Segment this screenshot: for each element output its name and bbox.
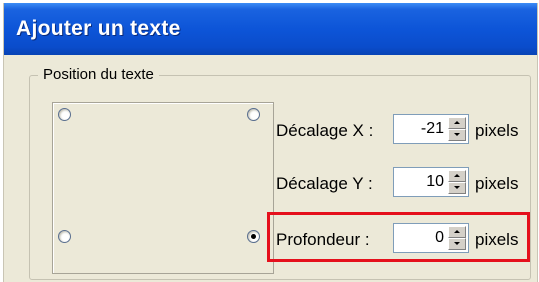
offset-y-value[interactable]: 10 bbox=[426, 173, 444, 191]
offset-x-value[interactable]: -21 bbox=[421, 120, 444, 138]
offset-x-label: Décalage X : bbox=[276, 121, 374, 140]
window-title: Ajouter un texte bbox=[16, 17, 181, 40]
offset-y-spinner[interactable]: 10 bbox=[393, 167, 469, 197]
radio-top-right[interactable] bbox=[247, 108, 260, 121]
offset-y-unit: pixels bbox=[475, 174, 519, 193]
arrow-down-icon bbox=[454, 133, 460, 136]
highlight-box bbox=[267, 212, 530, 262]
spin-down-button[interactable] bbox=[448, 129, 466, 141]
offset-x-spinner[interactable]: -21 bbox=[393, 114, 469, 144]
radio-bottom-left[interactable] bbox=[58, 230, 71, 243]
radio-bottom-right[interactable] bbox=[247, 230, 260, 243]
group-legend: Position du texte bbox=[38, 66, 159, 83]
spin-down-button[interactable] bbox=[448, 182, 466, 194]
offset-x-unit: pixels bbox=[475, 121, 519, 140]
position-panel bbox=[52, 102, 274, 274]
arrow-down-icon bbox=[454, 186, 460, 189]
arrow-up-icon bbox=[454, 121, 460, 124]
spin-up-button[interactable] bbox=[448, 117, 466, 129]
title-bar[interactable]: Ajouter un texte bbox=[4, 3, 537, 55]
arrow-up-icon bbox=[454, 174, 460, 177]
offset-y-label: Décalage Y : bbox=[276, 174, 373, 193]
offset-y-spin-buttons bbox=[448, 170, 466, 194]
offset-x-spin-buttons bbox=[448, 117, 466, 141]
spin-up-button[interactable] bbox=[448, 170, 466, 182]
radio-top-left[interactable] bbox=[58, 108, 71, 121]
